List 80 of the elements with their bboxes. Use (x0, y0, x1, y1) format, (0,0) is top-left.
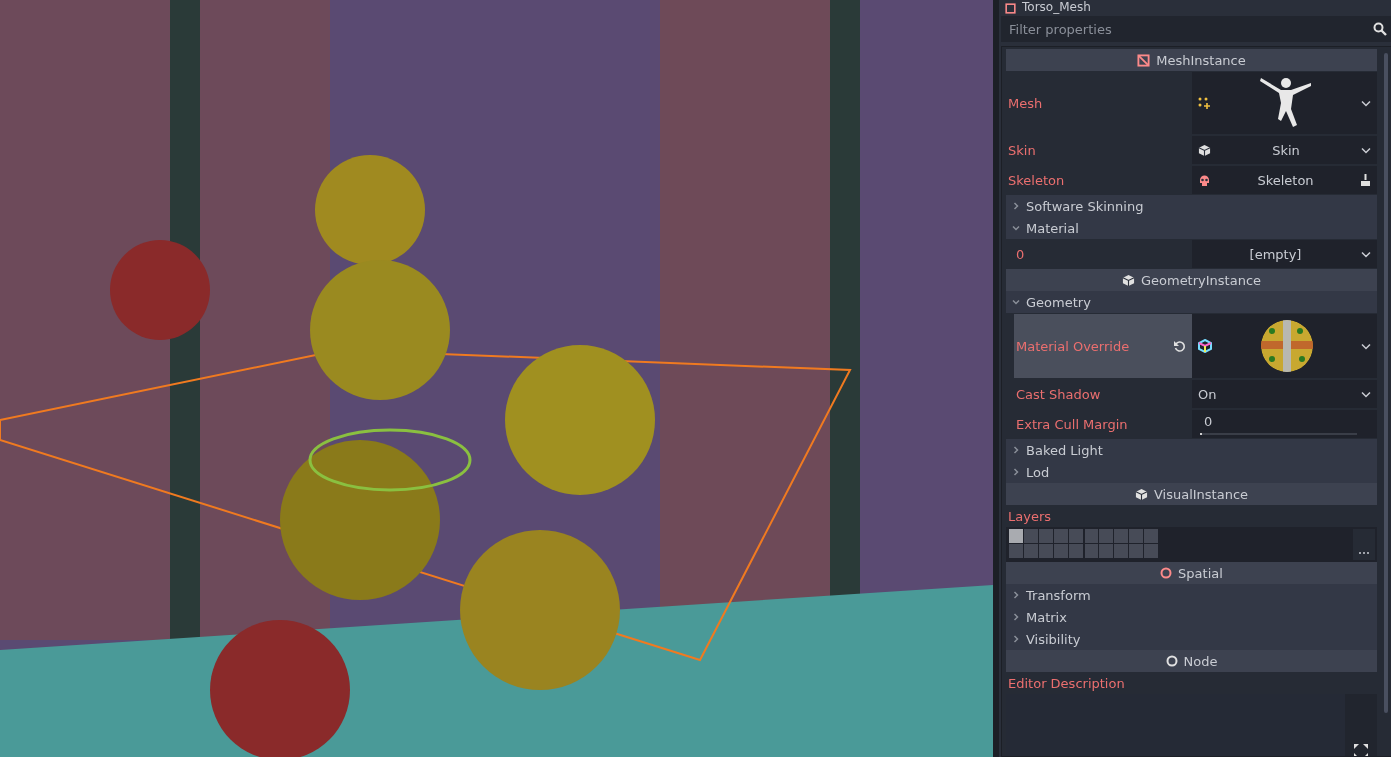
layer-cell[interactable] (1009, 529, 1023, 543)
layer-cell[interactable] (1144, 544, 1158, 558)
layer-cell[interactable] (1024, 544, 1038, 558)
layer-cell[interactable] (1114, 544, 1128, 558)
property-label: Mesh (1008, 95, 1043, 111)
property-label: Layers (1007, 507, 1053, 526)
category-title: GeometryInstance (1140, 272, 1262, 288)
resource-name: Skin (1271, 142, 1301, 158)
group-title: Material (1026, 220, 1079, 236)
material-icon (1198, 339, 1212, 353)
material-preview-drawing (1259, 319, 1314, 373)
expand-button[interactable] (1345, 694, 1377, 756)
layer-cell[interactable] (1024, 529, 1038, 543)
property-group[interactable]: Visibility (1006, 628, 1377, 650)
circle-icon (1160, 567, 1173, 579)
group-title: Baked Light (1026, 442, 1103, 458)
group-title: Transform (1026, 587, 1091, 603)
layer-cell[interactable] (1085, 529, 1098, 543)
expand-icon (1354, 744, 1368, 756)
chevron-right-icon (1012, 635, 1020, 643)
property-group[interactable]: Baked Light (1006, 439, 1377, 461)
cube-icon (1198, 143, 1211, 157)
clear-icon[interactable] (1360, 173, 1371, 187)
search-icon[interactable] (1373, 22, 1387, 36)
property-label: Extra Cull Margin (1016, 416, 1128, 432)
category-title: VisualInstance (1153, 486, 1249, 502)
group-title: Lod (1026, 464, 1050, 480)
add-mesh-icon (1198, 96, 1211, 110)
category-title: Node (1183, 653, 1218, 669)
cube-icon (1121, 273, 1135, 287)
filter-field[interactable]: Filter properties (1007, 20, 1373, 38)
layer-cell[interactable] (1069, 529, 1083, 543)
scrollbar[interactable] (1384, 53, 1388, 713)
property-group[interactable]: Material (1006, 217, 1377, 239)
layer-cell[interactable] (1144, 529, 1158, 543)
property-label: Editor Description (1007, 674, 1126, 693)
chevron-down-icon (1012, 298, 1020, 306)
resource-name: [empty] (1248, 246, 1303, 262)
group-title: Geometry (1026, 294, 1091, 310)
node-title: Torso_Mesh (1022, 1, 1091, 14)
layer-cell[interactable] (1099, 529, 1113, 543)
chevron-down-icon (1012, 224, 1020, 232)
property-group[interactable]: Lod (1006, 461, 1377, 483)
layer-cell[interactable] (1129, 544, 1143, 558)
category-title: Spatial (1178, 565, 1223, 581)
layer-cell[interactable] (1069, 544, 1083, 558)
property-label: Skin (1008, 142, 1036, 158)
group-title: Software Skinning (1026, 198, 1144, 214)
layer-cell[interactable] (1085, 544, 1098, 558)
group-title: Matrix (1026, 609, 1067, 625)
cube-icon (1134, 487, 1148, 501)
more-button[interactable] (1353, 529, 1375, 560)
group-title: Visibility (1026, 631, 1081, 647)
layer-cell[interactable] (1009, 544, 1023, 558)
node-name: Skeleton (1256, 172, 1315, 188)
layer-cell[interactable] (1039, 529, 1053, 543)
category-title: MeshInstance (1156, 52, 1246, 68)
layer-cell[interactable] (1099, 544, 1113, 558)
skull-icon (1198, 173, 1211, 187)
circle-icon (1165, 655, 1178, 667)
property-label: Material Override (1016, 338, 1130, 354)
layer-cell[interactable] (1114, 529, 1128, 543)
layer-cell[interactable] (1039, 544, 1053, 558)
property-label: Skeleton (1008, 172, 1065, 188)
chevron-right-icon (1012, 202, 1020, 210)
property-label: 0 (1016, 246, 1025, 262)
revert-icon[interactable] (1173, 339, 1186, 353)
filter-box[interactable]: Filter properties (1001, 16, 1391, 42)
property-label: Cast Shadow (1016, 386, 1101, 402)
chevron-right-icon (1012, 468, 1020, 476)
chevron-right-icon (1012, 613, 1020, 621)
chevron-right-icon (1012, 591, 1020, 599)
property-group[interactable]: Transform (1006, 584, 1377, 606)
chevron-right-icon (1012, 446, 1020, 454)
layer-cell[interactable] (1129, 529, 1143, 543)
property-group[interactable]: Matrix (1006, 606, 1377, 628)
layer-cell[interactable] (1054, 529, 1068, 543)
property-group[interactable]: Geometry (1006, 291, 1377, 313)
property-group[interactable]: Software Skinning (1006, 195, 1377, 217)
layer-cell[interactable] (1054, 544, 1068, 558)
